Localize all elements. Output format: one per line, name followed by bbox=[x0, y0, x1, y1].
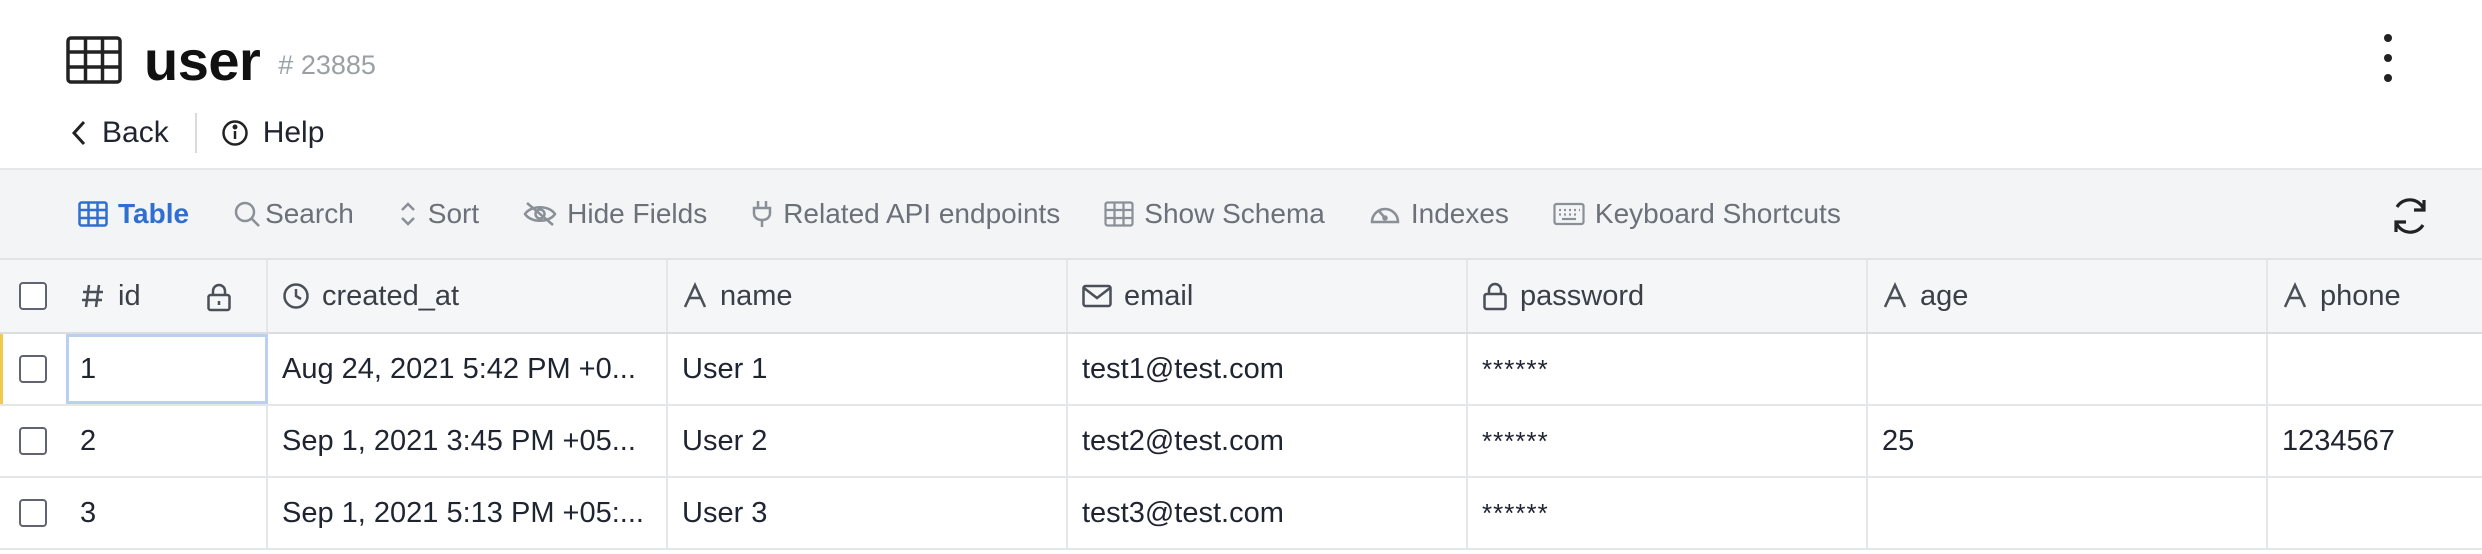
cell-id[interactable]: 1 bbox=[66, 334, 268, 404]
related-api-label: Related API endpoints bbox=[783, 198, 1061, 229]
cell-id[interactable]: 2 bbox=[66, 406, 268, 476]
help-label: Help bbox=[262, 116, 325, 149]
more-options-icon[interactable] bbox=[2374, 34, 2402, 82]
column-header-name[interactable]: name bbox=[668, 260, 1068, 332]
clock-icon bbox=[283, 283, 309, 309]
cell-password[interactable]: ****** bbox=[1468, 334, 1868, 404]
select-all-cell bbox=[0, 260, 66, 332]
tab-table-label: Table bbox=[118, 198, 190, 229]
sort-icon bbox=[400, 202, 415, 226]
keyboard-icon bbox=[1553, 202, 1585, 226]
page-title: user bbox=[144, 28, 261, 92]
table-row: 2 Sep 1, 2021 3:45 PM +05... User 2 test… bbox=[0, 406, 2482, 478]
grid-icon bbox=[78, 201, 108, 227]
related-api-button[interactable]: Related API endpoints bbox=[751, 198, 1060, 230]
column-header-created-at[interactable]: created_at bbox=[268, 260, 668, 332]
keyboard-shortcuts-button[interactable]: Keyboard Shortcuts bbox=[1553, 198, 1841, 230]
refresh-icon[interactable] bbox=[2388, 194, 2432, 238]
table-icon bbox=[66, 36, 122, 84]
cell-created-at[interactable]: Aug 24, 2021 5:42 PM +0... bbox=[268, 334, 668, 404]
cell-created-at[interactable]: Sep 1, 2021 3:45 PM +05... bbox=[268, 406, 668, 476]
text-type-icon bbox=[2283, 282, 2307, 308]
cell-name[interactable]: User 2 bbox=[668, 406, 1068, 476]
column-header-id[interactable]: id bbox=[66, 260, 268, 332]
cell-age[interactable] bbox=[1868, 478, 2268, 548]
cell-phone[interactable]: 1234567 bbox=[2268, 406, 2482, 476]
row-checkbox[interactable] bbox=[19, 499, 47, 527]
row-select-cell bbox=[0, 334, 66, 404]
cell-email[interactable]: test3@test.com bbox=[1068, 478, 1468, 548]
table-row: 1 Aug 24, 2021 5:42 PM +0... User 1 test… bbox=[0, 334, 2482, 406]
row-checkbox[interactable] bbox=[19, 355, 47, 383]
cell-name[interactable]: User 1 bbox=[668, 334, 1068, 404]
keyboard-shortcuts-label: Keyboard Shortcuts bbox=[1594, 198, 1841, 229]
cell-id[interactable]: 3 bbox=[66, 478, 268, 548]
show-schema-button[interactable]: Show Schema bbox=[1104, 198, 1325, 230]
gauge-icon bbox=[1370, 207, 1400, 224]
nav-divider bbox=[194, 113, 197, 153]
cell-name[interactable]: User 3 bbox=[668, 478, 1068, 548]
row-checkbox[interactable] bbox=[19, 427, 47, 455]
column-header-label: email bbox=[1124, 279, 1194, 312]
column-header-label: password bbox=[1520, 279, 1645, 312]
table-header-row: id created_at name email password age ph… bbox=[0, 260, 2482, 334]
cell-password[interactable]: ****** bbox=[1468, 478, 1868, 548]
row-select-cell bbox=[0, 478, 66, 548]
mail-icon bbox=[1082, 284, 1112, 308]
lock-icon bbox=[207, 283, 231, 312]
schema-table-icon bbox=[1104, 201, 1134, 227]
cell-email[interactable]: test2@test.com bbox=[1068, 406, 1468, 476]
column-header-label: created_at bbox=[322, 279, 460, 312]
column-header-age[interactable]: age bbox=[1868, 260, 2268, 332]
hide-fields-button[interactable]: Hide Fields bbox=[523, 198, 707, 230]
select-all-checkbox[interactable] bbox=[19, 282, 47, 310]
indexes-label: Indexes bbox=[1410, 198, 1509, 229]
cell-age[interactable] bbox=[1868, 334, 2268, 404]
data-grid: id created_at name email password age ph… bbox=[0, 260, 2482, 550]
title-row: user # 23885 bbox=[66, 28, 376, 92]
column-header-label: phone bbox=[2320, 279, 2401, 312]
eye-off-icon bbox=[523, 202, 557, 226]
cell-created-at[interactable]: Sep 1, 2021 5:13 PM +05:... bbox=[268, 478, 668, 548]
cell-age[interactable]: 25 bbox=[1868, 406, 2268, 476]
tab-table[interactable]: Table bbox=[78, 198, 189, 230]
show-schema-label: Show Schema bbox=[1144, 198, 1325, 229]
cell-email[interactable]: test1@test.com bbox=[1068, 334, 1468, 404]
help-button[interactable]: Help bbox=[221, 116, 325, 150]
search-button[interactable]: Search bbox=[233, 198, 354, 230]
column-header-password[interactable]: password bbox=[1468, 260, 1868, 332]
header-nav: Back Help bbox=[70, 112, 324, 154]
info-icon bbox=[221, 120, 248, 146]
chevron-left-icon bbox=[71, 120, 86, 146]
plug-icon bbox=[752, 201, 772, 227]
text-type-icon bbox=[683, 282, 707, 308]
page-header: user # 23885 Back Help bbox=[0, 0, 2482, 168]
hash-icon bbox=[82, 284, 103, 308]
lock-icon bbox=[1483, 282, 1507, 311]
search-label: Search bbox=[265, 198, 354, 229]
view-toolbar: Table Search Sort Hide Fields Related AP… bbox=[0, 168, 2482, 260]
column-header-email[interactable]: email bbox=[1068, 260, 1468, 332]
indexes-button[interactable]: Indexes bbox=[1369, 198, 1509, 230]
column-header-label: id bbox=[118, 279, 141, 312]
column-header-label: age bbox=[1920, 279, 1969, 312]
column-header-label: name bbox=[720, 279, 793, 312]
row-select-cell bbox=[0, 406, 66, 476]
sort-label: Sort bbox=[427, 198, 480, 229]
text-type-icon bbox=[1883, 282, 1907, 308]
cell-phone[interactable] bbox=[2268, 334, 2482, 404]
record-id: # 23885 bbox=[278, 49, 376, 80]
sort-button[interactable]: Sort bbox=[398, 198, 479, 230]
hide-fields-label: Hide Fields bbox=[567, 198, 708, 229]
cell-phone[interactable] bbox=[2268, 478, 2482, 548]
search-icon bbox=[234, 201, 260, 227]
table-row: 3 Sep 1, 2021 5:13 PM +05:... User 3 tes… bbox=[0, 478, 2482, 550]
cell-password[interactable]: ****** bbox=[1468, 406, 1868, 476]
back-label: Back bbox=[102, 116, 169, 149]
back-button[interactable]: Back bbox=[70, 116, 169, 150]
column-header-phone[interactable]: phone bbox=[2268, 260, 2482, 332]
